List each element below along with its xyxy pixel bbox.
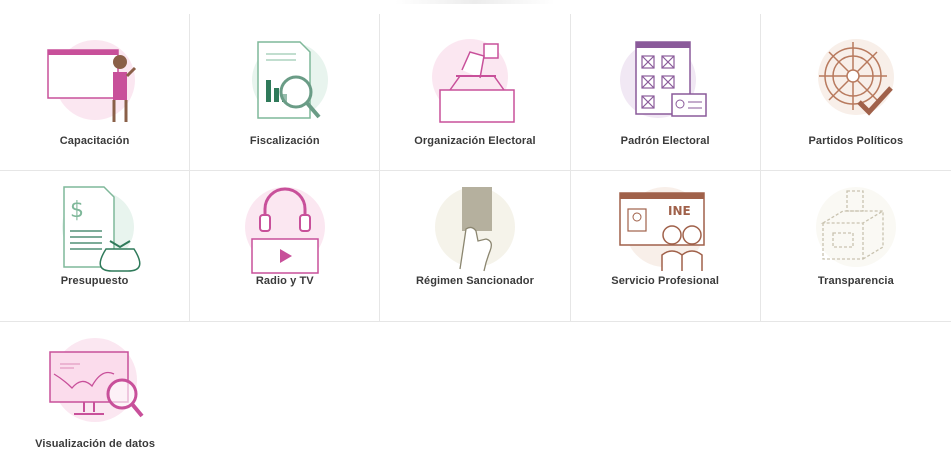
category-label: Radio y TV: [255, 275, 314, 287]
svg-text:INE: INE: [668, 204, 691, 218]
category-grid: Capacitación Fiscalización Organización …: [0, 14, 951, 452]
category-tile-visualizacion-de-datos[interactable]: Visualización de datos: [0, 322, 190, 452]
category-label: Transparencia: [817, 275, 894, 287]
category-label: Padrón Electoral: [620, 135, 710, 147]
category-label: Fiscalización: [249, 135, 320, 147]
category-row: $ Presupuesto Radio y TV Régimen Sancion…: [0, 171, 951, 322]
data-visualization-monitor-icon: [40, 334, 150, 434]
ine-id-card-icon: INE: [610, 179, 720, 279]
transparent-box-icon: [801, 179, 911, 279]
ballot-box-icon: [420, 32, 530, 132]
category-label: Organización Electoral: [414, 135, 536, 147]
headphones-play-icon: [230, 179, 340, 279]
category-tile-fiscalizacion[interactable]: Fiscalización: [190, 14, 381, 170]
category-tile-regimen-sancionador[interactable]: Régimen Sancionador: [380, 171, 571, 321]
category-label: Capacitación: [59, 135, 130, 147]
category-tile-presupuesto[interactable]: $ Presupuesto: [0, 171, 191, 321]
category-tile-organizacion-electoral[interactable]: Organización Electoral: [380, 14, 571, 170]
audit-magnifier-chart-icon: [230, 32, 340, 132]
category-tile-padron-electoral[interactable]: Padrón Electoral: [571, 14, 761, 170]
category-row: Visualización de datos: [0, 322, 951, 452]
category-tile-radio-y-tv[interactable]: Radio y TV: [190, 171, 381, 321]
category-label: Partidos Políticos: [808, 135, 904, 147]
gear-check-icon: [801, 32, 911, 132]
training-presentation-icon: [40, 32, 150, 132]
category-label: Visualización de datos: [35, 438, 156, 450]
category-row: Capacitación Fiscalización Organización …: [0, 14, 951, 171]
voter-registry-checklist-icon: [610, 32, 720, 132]
category-tile-partidos-politicos[interactable]: Partidos Políticos: [761, 14, 951, 170]
category-tile-capacitacion[interactable]: Capacitación: [0, 14, 191, 170]
budget-money-bag-icon: $: [40, 179, 150, 279]
category-label: Presupuesto: [60, 275, 129, 287]
penalty-card-icon: [420, 179, 530, 279]
category-tile-transparencia[interactable]: Transparencia: [761, 171, 951, 321]
category-label: Servicio Profesional: [611, 275, 720, 287]
section-header-fragment: [395, 0, 555, 4]
category-tile-servicio-profesional[interactable]: INE Servicio Profesional: [571, 171, 761, 321]
svg-text:$: $: [70, 198, 84, 223]
category-label: Régimen Sancionador: [415, 275, 534, 287]
